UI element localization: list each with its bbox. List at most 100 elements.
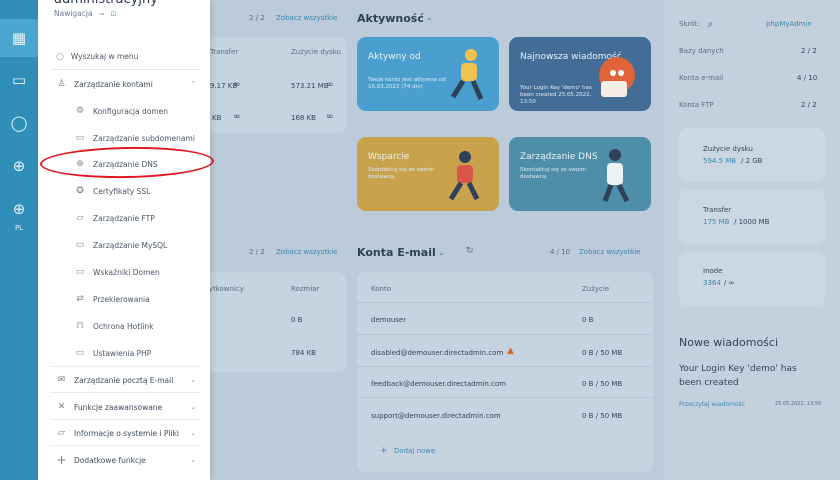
email-row-usage: 0 B [582,316,594,324]
search-placeholder: Wyszukaj w menu [70,52,139,61]
news-title: Nowe wiadomości [679,336,779,349]
menu-item-ssl[interactable]: ✪ Certyfikaty SSL [74,183,206,199]
disk-total: / 2 GB [741,157,763,165]
email-col-account: Konto [371,285,391,293]
news-read-link[interactable]: Przeczytaj wiadomość [679,401,745,408]
activity-chevron-icon[interactable]: ⌄ [426,13,433,22]
news-text: Your Login Key 'demo' has been created [679,364,797,388]
email-counter: 4 / 10 [550,248,571,256]
email-row-account[interactable]: disabled@demouser.directadmin.com [371,349,503,357]
monitor-icon: ▭ [75,267,85,277]
runner-illustration-icon [450,49,484,101]
language-code[interactable]: PL [0,224,38,232]
stat-label: Konta e-mail [679,74,724,82]
section-label: Funkcje zaawansowane [74,402,163,412]
redirect-icon: ⇄ [76,294,84,304]
domains-see-all-link[interactable]: Zobacz wszystkie [276,14,337,22]
monitor-icon: ▭ [75,240,85,250]
section-system-info-files[interactable]: ▱ Informacje o systemie i Pliki ⌄ [56,425,204,441]
warning-icon: ▲ [507,346,514,356]
menu-item-ftp[interactable]: ▱ Zarządzanie FTP [74,210,206,226]
menu-item-mysql[interactable]: ▭ Zarządzanie MySQL [74,237,206,253]
mail-icon: ✉ [57,375,66,385]
email-row-account[interactable]: feedback@demouser.directadmin.com [371,380,506,388]
section-advanced-features[interactable]: ✕ Funkcje zaawansowane ⌄ [56,399,204,415]
add-new-email-button[interactable]: Dodaj nowe [394,447,435,455]
infinity-3: ∞ [233,112,241,122]
row2-transfer: KB [212,114,222,122]
menu-item-label: Ustawienia PHP [93,348,152,358]
shortcut-label: Skrót: [679,20,700,28]
subtitle-text: Nawigacja [54,9,93,18]
section-label: Zarządzanie pocztą E-mail [74,375,174,385]
card-support[interactable]: Wsparcie Skontaktuj się ze swoim dostawc… [357,137,499,211]
transfer-total: / 1000 MB [734,218,770,226]
row1-disk: 573.21 MB [291,82,329,90]
menu-item-domain-config[interactable]: ⚙ Konfiguracja domen [74,103,206,119]
drawer-subtitle: Nawigacja ⊸ ⊡ [54,9,116,18]
users-row2-size: 784 KB [291,349,316,357]
card-active-since[interactable]: Aktywny od Twoje konto jest aktywne od 1… [357,37,499,111]
message-illustration-icon [599,57,635,97]
user-icon[interactable]: ◯ [0,104,38,142]
email-row-usage: 0 B / 50 MB [582,349,623,357]
email-row-usage: 0 B / 50 MB [582,412,623,420]
users-col-size: Rozmiar [291,285,320,293]
messages-icon[interactable]: ▭ [0,61,38,99]
chevron-down-icon: ⌄ [190,376,196,384]
menu-search-input[interactable]: ○ Wyszukaj w menu [50,44,200,70]
user-icon: ♙ [57,79,66,89]
disk-value: 594.5 MB [703,157,737,165]
shortcut-value[interactable]: phpMyAdmin [766,20,812,28]
menu-item-label: Konfiguracja domen [93,106,169,116]
section-label: Informacje o systemie i Pliki [74,428,180,438]
col-transfer: Transfer [210,48,239,56]
drawer-title: administracyjny [54,0,158,7]
icon-rail: ▦ ▭ ◯ ⊕ ⊕ PL [0,0,38,480]
menu-item-domain-pointers[interactable]: ▭ Wskaźniki Domen [74,264,206,280]
row-divider [357,302,653,303]
card-dns[interactable]: Zarządzanie DNS Skontaktuj się ze swoim … [509,137,651,211]
users-see-all-link[interactable]: Zobacz wszystkie [276,248,337,256]
support-illustration-icon [448,151,480,201]
email-chevron-icon[interactable]: ⌄ [438,248,445,257]
infinity-1: ∞ [233,80,241,90]
navigation-drawer: administracyjny Nawigacja ⊸ ⊡ ○ Wyszukaj… [38,0,210,480]
card-latest-message[interactable]: Najnowsza wiadomość Your Login Key 'demo… [509,37,651,111]
expand-icon[interactable]: ⊡ [110,10,116,18]
support-icon[interactable]: ⊕ [0,147,38,185]
inode-total: / ∞ [724,279,735,287]
stat-label: Konta FTP [679,101,714,109]
shortcut-icon: ρ [708,20,713,28]
section-additional-features[interactable]: + Dodatkowe funkcje ⌄ [56,452,204,468]
transfer-card [679,190,825,244]
email-row-account[interactable]: demouser [371,316,406,324]
menu-item-hotlink[interactable]: ⊓ Ochrona Hotlink [74,318,206,334]
search-icon: ○ [56,51,64,62]
menu-item-label: Zarządzanie subdomenami [93,133,195,143]
dns-illustration-icon [602,149,630,203]
row-divider [357,334,653,335]
add-plus-icon[interactable]: + [380,446,388,456]
col-disk: Zużycie dysku [291,48,341,56]
card-title: Wsparcie [368,152,410,162]
folder-icon: ▱ [76,213,84,223]
email-row-usage: 0 B / 50 MB [582,380,623,388]
menu-item-subdomains[interactable]: ▭ Zarządzanie subdomenami [74,130,206,146]
menu-item-redirects[interactable]: ⇄ Przekierowania [74,291,206,307]
refresh-icon[interactable]: ↻ [466,246,474,256]
menu-item-php[interactable]: ▭ Ustawienia PHP [74,345,206,361]
email-row-account[interactable]: support@demouser.directadmin.com [371,412,501,420]
card-title: Zarządzanie DNS [520,152,598,162]
email-see-all-link[interactable]: Zobacz wszystkie [579,248,640,256]
divider [50,366,200,367]
section-email-management[interactable]: ✉ Zarządzanie pocztą E-mail ⌄ [56,372,204,388]
language-globe-icon[interactable]: ⊕ [0,190,38,228]
folder-icon: ▱ [58,428,65,438]
pin-icon[interactable]: ⊸ [99,10,105,18]
activity-title: Aktywność [357,12,424,25]
dashboard-grid-icon[interactable]: ▦ [0,19,38,57]
section-account-management[interactable]: ♙ Zarządzanie kontami ⌃ [56,76,204,92]
divider [50,445,200,446]
domains-counter: 2 / 2 [249,14,265,22]
